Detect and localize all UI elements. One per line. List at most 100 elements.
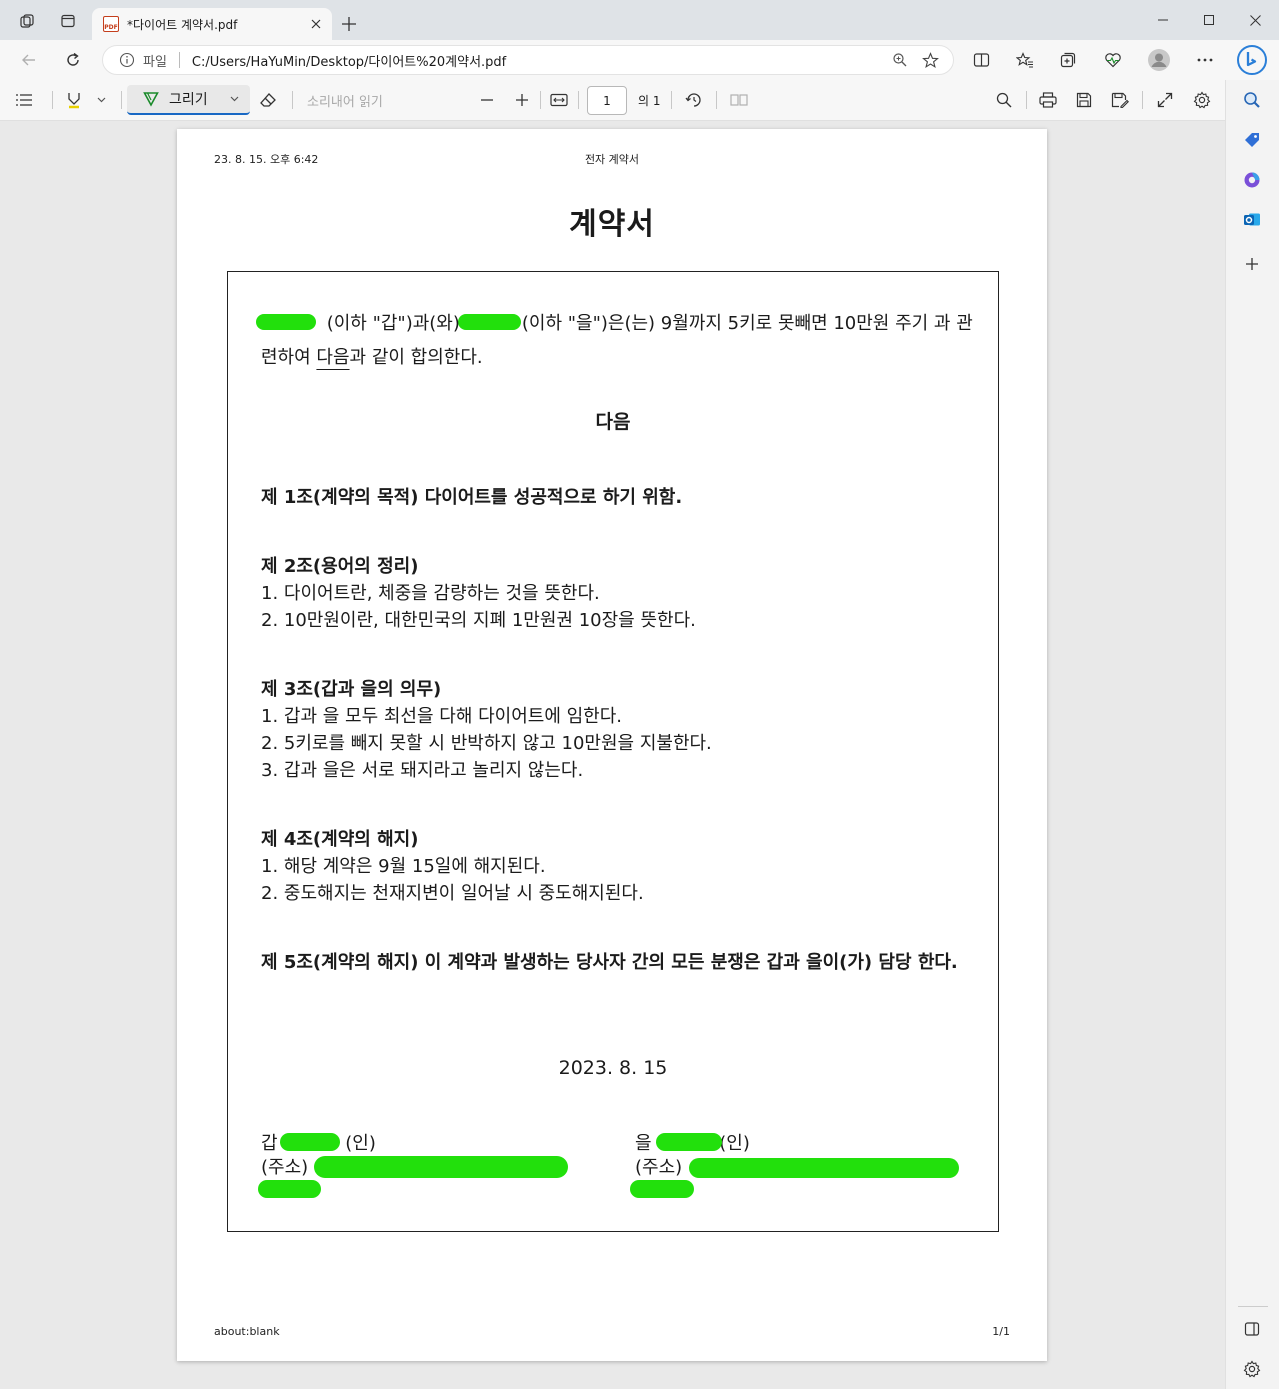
highlight-dropdown-icon[interactable] <box>93 88 109 112</box>
more-options-icon[interactable] <box>1191 48 1219 72</box>
draw-button[interactable]: 그리기 <box>127 85 250 115</box>
draw-pen-icon <box>143 91 159 107</box>
article-heading: 제 5조(계약의 해지) 이 계약과 발생하는 당사자 간의 모든 분쟁은 갑과… <box>261 952 958 973</box>
find-icon[interactable] <box>993 88 1015 112</box>
refresh-button[interactable] <box>59 48 87 72</box>
article-heading: 제 1조(계약의 목적) 다이어트를 성공적으로 하기 위함. <box>261 487 683 508</box>
add-sidebar-app-icon[interactable] <box>1240 252 1264 276</box>
redaction-mark <box>258 1180 321 1198</box>
scheme-label: 파일 <box>143 54 167 70</box>
favorites-icon[interactable] <box>1011 48 1039 72</box>
draw-dropdown-icon[interactable] <box>230 96 239 102</box>
save-icon[interactable] <box>1073 88 1095 112</box>
party-b-label: 을 <box>635 1133 652 1154</box>
contract-box: (이하 "갑")과(와) (이하 "을")은(는) 9월까지 5키로 못빼면 10… <box>227 271 999 1232</box>
toolbar-divider <box>1142 91 1143 109</box>
browser-essentials-icon[interactable] <box>1099 48 1127 72</box>
intro-text-1: (이하 "갑")과(와) <box>321 313 460 334</box>
page-footer-number: 1/1 <box>992 1325 1010 1338</box>
highlight-icon[interactable] <box>63 88 85 112</box>
article-line: 2. 10만원이란, 대한민국의 지폐 1만원권 10장을 뜻한다. <box>261 610 696 631</box>
search-icon[interactable] <box>1240 88 1264 112</box>
article-line: 2. 5키로를 빼지 못할 시 반박하지 않고 10만원을 지불한다. <box>261 733 712 754</box>
zoom-icon[interactable] <box>885 48 915 72</box>
toolbar-divider <box>540 91 541 109</box>
page-count-label: 의 1 <box>638 93 661 108</box>
article-2: 제 2조(용어의 정리) 1. 다이어트란, 체중을 감량하는 것을 뜻한다. … <box>261 553 981 634</box>
draw-label: 그리기 <box>169 92 208 108</box>
print-icon[interactable] <box>1037 88 1059 112</box>
article-5: 제 5조(계약의 해지) 이 계약과 발생하는 당사자 간의 모든 분쟁은 갑과… <box>261 949 981 976</box>
pdf-toolbar: 그리기 소리내어 읽기 1 의 1 <box>0 80 1225 121</box>
zoom-out-icon[interactable] <box>477 88 497 112</box>
contents-icon[interactable] <box>13 88 35 112</box>
fullscreen-icon[interactable] <box>1154 88 1176 112</box>
workspaces-icon[interactable] <box>15 9 39 33</box>
contract-intro: (이하 "갑")과(와) (이하 "을")은(는) 9월까지 5키로 못빼면 10… <box>261 307 981 375</box>
redaction-mark <box>630 1180 694 1198</box>
tab-actions-icon[interactable] <box>56 9 80 33</box>
section-heading: 다음 <box>595 411 631 433</box>
info-icon[interactable] <box>119 52 135 68</box>
article-3: 제 3조(갑과 을의 의무) 1. 갑과 을 모두 최선을 다해 다이어트에 임… <box>261 676 981 784</box>
page-view-icon[interactable] <box>728 88 750 112</box>
hide-sidebar-icon[interactable] <box>1240 1317 1264 1341</box>
save-as-icon[interactable] <box>1109 88 1131 112</box>
maximize-button[interactable] <box>1186 8 1232 32</box>
contract-date: 2023. 8. 15 <box>558 1057 668 1079</box>
document-title: 계약서 <box>569 207 655 242</box>
article-line: 1. 해당 계약은 9월 15일에 해지된다. <box>261 856 546 877</box>
collections-icon[interactable] <box>1055 48 1083 72</box>
redaction-mark <box>314 1156 568 1178</box>
intro-underlined: 다음 <box>316 347 350 368</box>
read-aloud-button[interactable]: 소리내어 읽기 <box>307 88 383 112</box>
toolbar-divider <box>121 91 122 109</box>
pdf-page: 23. 8. 15. 오후 6:42 전자 계약서 계약서 (이하 "갑")과(… <box>177 129 1047 1361</box>
split-screen-icon[interactable] <box>967 48 995 72</box>
party-a-label: 갑 <box>261 1133 278 1154</box>
pdf-file-icon: PDF <box>103 16 119 32</box>
sidebar-settings-icon[interactable] <box>1240 1357 1264 1381</box>
outlook-icon[interactable] <box>1240 208 1264 232</box>
favorite-star-icon[interactable] <box>915 48 945 72</box>
toolbar-divider <box>1026 91 1027 109</box>
url-text[interactable]: C:/Users/HaYuMin/Desktop/다이어트%20계약서.pdf <box>192 51 885 70</box>
address-bar[interactable]: 파일 C:/Users/HaYuMin/Desktop/다이어트%20계약서.p… <box>102 45 954 75</box>
tab-pdf[interactable]: PDF *다이어트 계약서.pdf <box>92 8 332 40</box>
toolbar-divider <box>292 91 293 109</box>
article-heading: 제 2조(용어의 정리) <box>261 556 419 577</box>
article-heading: 제 4조(계약의 해지) <box>261 829 419 850</box>
minimize-button[interactable] <box>1140 8 1186 32</box>
profile-avatar[interactable] <box>1145 48 1173 72</box>
redaction-mark <box>689 1158 959 1178</box>
intro-text-3: 과 같이 합의한다. <box>349 347 483 368</box>
toolbar-divider <box>671 91 672 109</box>
pdf-viewer[interactable]: 23. 8. 15. 오후 6:42 전자 계약서 계약서 (이하 "갑")과(… <box>0 121 1225 1389</box>
close-window-button[interactable] <box>1232 8 1278 32</box>
rotate-icon[interactable] <box>683 88 705 112</box>
copilot-icon[interactable] <box>1240 168 1264 192</box>
toolbar-divider <box>716 91 717 109</box>
zoom-in-icon[interactable] <box>512 88 532 112</box>
page-number-input[interactable]: 1 <box>587 86 627 115</box>
article-line: 3. 갑과 을은 서로 돼지라고 놀리지 않는다. <box>261 760 584 781</box>
article-1: 제 1조(계약의 목적) 다이어트를 성공적으로 하기 위함. <box>261 484 981 511</box>
pdf-settings-icon[interactable] <box>1191 88 1213 112</box>
article-heading: 제 3조(갑과 을의 의무) <box>261 679 442 700</box>
back-button[interactable] <box>15 48 43 72</box>
shopping-tag-icon[interactable] <box>1240 128 1264 152</box>
bing-copilot-icon[interactable] <box>1236 44 1268 76</box>
article-line: 2. 중도해지는 천재지변이 일어날 시 중도해지된다. <box>261 883 644 904</box>
redaction-mark <box>656 1133 722 1151</box>
close-tab-icon[interactable] <box>304 12 328 36</box>
redaction-mark <box>280 1133 340 1151</box>
page-footer-url: about:blank <box>214 1325 280 1338</box>
toolbar-divider <box>52 91 53 109</box>
page-header-title: 전자 계약서 <box>584 153 640 166</box>
fit-to-width-icon[interactable] <box>548 88 570 112</box>
eraser-icon[interactable] <box>257 88 279 112</box>
party-a-address-label: (주소) <box>261 1157 309 1178</box>
party-b-address-label: (주소) <box>635 1157 683 1178</box>
new-tab-button[interactable] <box>337 12 361 36</box>
toolbar-divider <box>578 91 579 109</box>
